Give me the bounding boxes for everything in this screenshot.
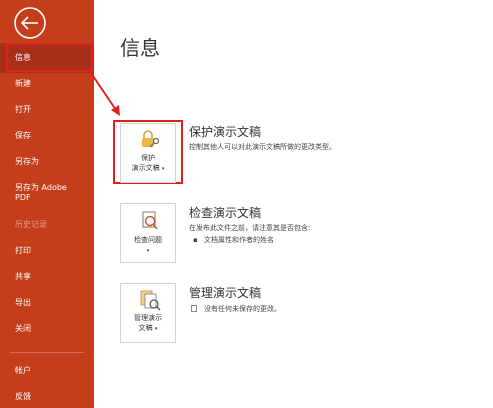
sidebar-item-open[interactable]: 打开 [0,105,94,115]
section-title: 管理演示文稿 [189,286,262,300]
section-title: 检查演示文稿 [189,206,262,220]
button-label: 保护 [141,154,155,162]
lock-key-icon [142,130,160,148]
bullet-marker: ▪ [193,236,198,244]
button-label: 演示文稿 ▾ [131,164,165,172]
sidebar-item-account[interactable]: 帐户 [0,366,94,376]
section-description: 控制其他人可以对此演示文稿所做的更改类型。 [189,143,336,151]
sidebar-divider [10,352,84,353]
protect-presentation-button[interactable]: 保护 演示文稿 ▾ [120,123,176,183]
sidebar-item-export[interactable]: 导出 [0,298,94,308]
section-bullet: 文档属性和作者的姓名 [204,236,274,244]
button-label: 文稿 ▾ [138,324,158,332]
sidebar-item-print[interactable]: 打印 [0,246,94,256]
sidebar-item-label: PDF [15,193,31,202]
sidebar-item-history: 历史记录 [15,220,47,229]
sidebar-item-close[interactable]: 关闭 [0,324,94,334]
document-icon [191,305,197,312]
annotation-highlight-box [6,43,93,72]
section-bullet: 没有任何未保存的更改。 [204,305,281,313]
sidebar-item-label: 另存为 Adobe [15,183,67,192]
sidebar-item-feedback[interactable]: 反馈 [0,392,94,402]
button-label: 管理演示 [134,314,162,322]
chevron-down-icon: ▾ [154,326,158,332]
sidebar-item-save[interactable]: 保存 [0,131,94,141]
sidebar-item-save-as[interactable]: 另存为 [0,157,94,167]
check-issues-button[interactable]: 检查问题 ▾ [120,203,176,263]
section-description: 在发布此文件之前，请注意其是否包含: [189,224,311,232]
chevron-down-icon: ▾ [161,166,165,172]
sidebar-item-share[interactable]: 共享 [0,272,94,282]
manage-presentation-button[interactable]: 管理演示 文稿 ▾ [120,283,176,343]
button-label: 检查问题 [134,236,162,244]
sidebar-item-save-as-adobe-pdf[interactable]: 另存为 Adobe PDF [0,183,94,203]
sidebar-item-new[interactable]: 新建 [0,79,94,89]
chevron-down-icon: ▾ [146,248,150,254]
inspect-document-icon [142,211,158,230]
back-button[interactable] [13,6,47,40]
manage-versions-icon [140,290,161,311]
arrow-left-icon [14,7,46,39]
section-title: 保护演示文稿 [189,125,262,139]
annotation-arrow [88,69,120,116]
page-title: 信息 [120,36,160,60]
